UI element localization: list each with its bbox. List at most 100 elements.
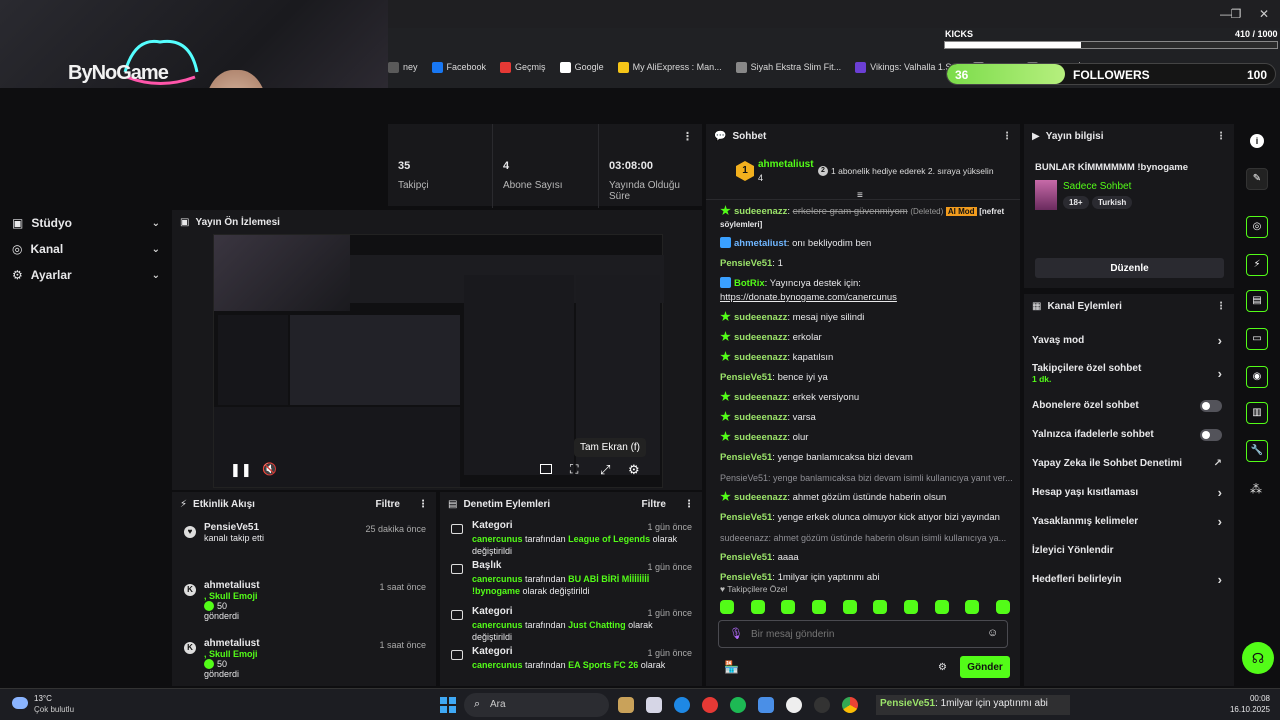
clipboard-icon[interactable]: ▤ — [1246, 290, 1268, 312]
toggle-switch[interactable] — [1200, 428, 1222, 441]
obs-icon[interactable] — [814, 697, 830, 713]
maximize-icon[interactable]: ❐ — [1228, 6, 1244, 22]
chat-username[interactable]: BotRix — [734, 278, 765, 289]
chat-bubble-icon[interactable]: ▭ — [1246, 328, 1268, 350]
sidebar-item-channel[interactable]: ◎ Kanal ⌄ — [0, 236, 172, 262]
clock-time[interactable]: 00:08 — [1226, 694, 1270, 703]
chat-username[interactable]: PensieVe51 — [720, 572, 772, 582]
mute-icon[interactable]: 🔇 — [262, 462, 277, 476]
channel-action-item[interactable]: Hesap yaşı kısıtlaması › — [1024, 478, 1234, 507]
activity-filter-button[interactable]: Filtre — [376, 499, 400, 510]
channel-action-item[interactable]: Yasaklanmış kelimeler › — [1024, 507, 1234, 536]
miniplayer-icon[interactable] — [540, 464, 552, 474]
clock-date[interactable]: 16.10.2025 — [1200, 705, 1270, 714]
theater-icon[interactable]: ⛶ — [570, 462, 578, 477]
weather-desc[interactable]: Çok bulutlu — [34, 705, 74, 714]
category-name[interactable]: Sadece Sohbet — [1063, 181, 1131, 192]
emote-button[interactable] — [811, 600, 826, 614]
steam-icon[interactable] — [786, 697, 802, 713]
game-icon[interactable] — [618, 697, 634, 713]
windows-start-icon[interactable] — [440, 697, 456, 713]
chat-menu-icon[interactable]: ⋮ — [1002, 131, 1012, 142]
bookmark-item[interactable]: My AliExpress : Man... — [617, 61, 722, 73]
emote-button[interactable] — [873, 600, 888, 614]
store-icon[interactable] — [758, 697, 774, 713]
activity-menu-icon[interactable]: ⋮ — [418, 499, 428, 510]
chat-input[interactable] — [751, 625, 971, 643]
bookmark-item[interactable]: Siyah Ekstra Slim Fit... — [735, 61, 841, 73]
sidebar-item-studio[interactable]: ▣ Stüdyo ⌄ — [0, 210, 172, 236]
channel-action-item[interactable]: Yapay Zeka ile Sohbet Denetimi ↗ — [1024, 449, 1234, 478]
emote-button[interactable] — [995, 600, 1010, 614]
nodes-icon[interactable]: ⁂ — [1250, 482, 1262, 496]
channel-action-item[interactable]: Hedefleri belirleyin › — [1024, 565, 1234, 594]
lightning-icon[interactable]: ⚡ — [1246, 254, 1268, 276]
chat-username[interactable]: ahmetaliust — [734, 238, 787, 249]
expand-icon[interactable]: ≡ — [857, 190, 863, 201]
info-icon[interactable]: i — [1250, 134, 1264, 148]
chat-username[interactable]: sudeeenazz — [734, 352, 787, 363]
chat-username[interactable]: PensieVe51 — [720, 372, 772, 383]
fullscreen-icon[interactable]: ⤢ — [600, 462, 610, 478]
mic-icon[interactable]: 🎙 — [729, 627, 743, 640]
chat-username[interactable]: sudeeenazz — [734, 392, 787, 403]
store-icon[interactable]: 🏪 — [724, 660, 739, 674]
bookmark-item[interactable]: Google — [559, 61, 604, 73]
send-button[interactable]: Gönder — [960, 656, 1010, 678]
toggle-switch[interactable] — [1200, 399, 1222, 412]
emote-button[interactable] — [934, 600, 949, 614]
chat-username[interactable]: PensieVe51 — [720, 552, 772, 563]
chat-username[interactable]: sudeeenazz — [734, 206, 787, 217]
pencil-icon[interactable]: ✎ — [1246, 168, 1268, 190]
stream-info-menu-icon[interactable]: ⋮ — [1216, 131, 1226, 142]
sidebar-item-settings[interactable]: ⚙ Ayarlar ⌄ — [0, 262, 172, 288]
copilot-icon[interactable] — [646, 697, 662, 713]
chat-settings-icon[interactable]: ⚙ — [938, 662, 947, 673]
weather-temp[interactable]: 13°C — [34, 694, 52, 703]
channel-action-item[interactable]: Takipçilere özel sohbet 1 dk. › — [1024, 355, 1234, 391]
emote-button[interactable] — [842, 600, 857, 614]
chat-username[interactable]: sudeeenazz — [734, 432, 787, 443]
taskbar-search[interactable]: ⌕ Ara — [464, 693, 609, 717]
channel-actions-menu-icon[interactable]: ⋮ — [1216, 301, 1226, 312]
channel-action-item[interactable]: Yalnızca ifadelerle sohbet — [1024, 420, 1234, 449]
channel-action-item[interactable]: Abonelere özel sohbet — [1024, 391, 1234, 420]
bookmark-item[interactable]: Geçmiş — [500, 61, 546, 73]
chat-username[interactable]: sudeeenazz — [734, 412, 787, 423]
emote-button[interactable] — [903, 600, 918, 614]
pinned-user[interactable]: ahmetaliust — [758, 159, 814, 170]
pause-icon[interactable]: ❚❚ — [230, 462, 252, 478]
moderation-user[interactable]: canercunus — [472, 620, 523, 630]
spotify-icon[interactable] — [730, 697, 746, 713]
emote-button[interactable] — [781, 600, 796, 614]
broadcast-icon[interactable]: ◉ — [1246, 366, 1268, 388]
edit-button[interactable]: Düzenle — [1035, 258, 1224, 278]
chat-username[interactable]: PensieVe51 — [720, 512, 772, 523]
moderation-user[interactable]: canercunus — [472, 660, 523, 670]
emote-button[interactable] — [720, 600, 734, 614]
emote-button[interactable] — [750, 600, 765, 614]
bookmark-item[interactable]: Facebook — [431, 61, 486, 73]
chat-link[interactable]: https://donate.bynogame.com/canercunus — [720, 292, 897, 303]
channel-action-item[interactable]: İzleyici Yönlendir — [1024, 536, 1234, 565]
close-icon[interactable]: ✕ — [1256, 6, 1272, 22]
moderation-user[interactable]: canercunus — [472, 574, 523, 584]
settings-icon[interactable]: ⚙ — [628, 462, 640, 478]
chat-username[interactable]: sudeeenazz — [734, 332, 787, 343]
chrome-icon[interactable] — [842, 697, 858, 713]
moderation-user[interactable]: canercunus — [472, 534, 523, 544]
media-icon[interactable] — [702, 697, 718, 713]
target-icon[interactable]: ◎ — [1246, 216, 1268, 238]
chat-username[interactable]: sudeeenazz — [734, 492, 787, 503]
chat-username[interactable]: PensieVe51 — [720, 258, 772, 269]
moderation-menu-icon[interactable]: ⋮ — [684, 499, 694, 510]
emote-button[interactable] — [965, 600, 980, 614]
support-button[interactable]: ☊ — [1242, 642, 1274, 674]
edge-icon[interactable] — [674, 697, 690, 713]
layout-icon[interactable]: ▥ — [1246, 402, 1268, 424]
emoji-icon[interactable]: ☺ — [987, 627, 998, 639]
chat-username[interactable]: sudeeenazz — [734, 312, 787, 323]
channel-action-item[interactable]: Yavaş mod › — [1024, 326, 1234, 355]
bookmark-item[interactable]: ney — [388, 61, 418, 73]
wrench-icon[interactable]: 🔧 — [1246, 440, 1268, 462]
